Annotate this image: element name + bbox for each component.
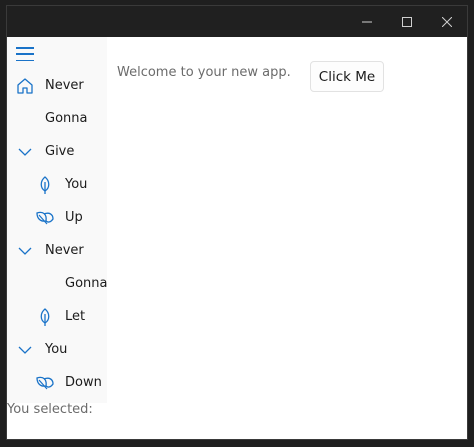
nav-item-give[interactable]: Give: [7, 135, 107, 168]
minimize-button[interactable]: [347, 6, 387, 37]
nav-item-label: You: [65, 177, 88, 192]
maximize-button[interactable]: [387, 6, 427, 37]
nav-item-you-2[interactable]: You: [7, 333, 107, 366]
nav-item-you[interactable]: You: [7, 168, 107, 201]
nav-item-label: Let: [65, 309, 86, 324]
nav-item-gonna[interactable]: Gonna: [7, 102, 107, 135]
nav-item-label: Never: [45, 243, 84, 258]
nav-item-up[interactable]: Up: [7, 201, 107, 234]
nav-item-label: Give: [45, 144, 75, 159]
hamburger-icon[interactable]: [16, 47, 34, 61]
maximize-icon: [402, 16, 412, 27]
nav-item-never[interactable]: Never: [7, 69, 107, 102]
nav-item-let[interactable]: Let: [7, 300, 107, 333]
editor-edge: [468, 0, 474, 447]
close-button[interactable]: [427, 6, 467, 37]
app-window: Never Gonna Give You Up Never Gonna Let …: [6, 5, 468, 440]
chevron-down-icon[interactable]: [15, 241, 35, 261]
close-icon: [442, 16, 452, 27]
nav-item-label: Gonna: [45, 111, 88, 126]
nav-item-never-2[interactable]: Never: [7, 234, 107, 267]
nav-item-down[interactable]: Down: [7, 366, 107, 399]
chevron-down-icon[interactable]: [15, 142, 35, 162]
nav-item-gonna-2[interactable]: Gonna: [7, 267, 107, 300]
welcome-text: Welcome to your new app.: [117, 65, 291, 80]
nav-item-label: You: [45, 342, 68, 357]
nav-item-label: Down: [65, 375, 102, 390]
chevron-down-icon[interactable]: [15, 340, 35, 360]
app-content: Never Gonna Give You Up Never Gonna Let …: [7, 37, 467, 439]
leaves-icon: [36, 376, 54, 389]
leaf-icon: [40, 307, 50, 326]
nav-item-label: Never: [45, 78, 84, 93]
leaves-icon: [36, 211, 54, 224]
click-me-button[interactable]: Click Me: [310, 61, 384, 92]
minimize-icon: [362, 21, 372, 22]
nav-item-label: Gonna: [65, 276, 108, 291]
title-bar: [7, 6, 467, 37]
navigation-view: Never Gonna Give You Up Never Gonna Let …: [7, 37, 107, 403]
leaf-icon: [40, 175, 50, 194]
selected-label: You selected:: [7, 402, 93, 417]
home-icon: [17, 77, 33, 94]
nav-item-label: Up: [65, 210, 83, 225]
